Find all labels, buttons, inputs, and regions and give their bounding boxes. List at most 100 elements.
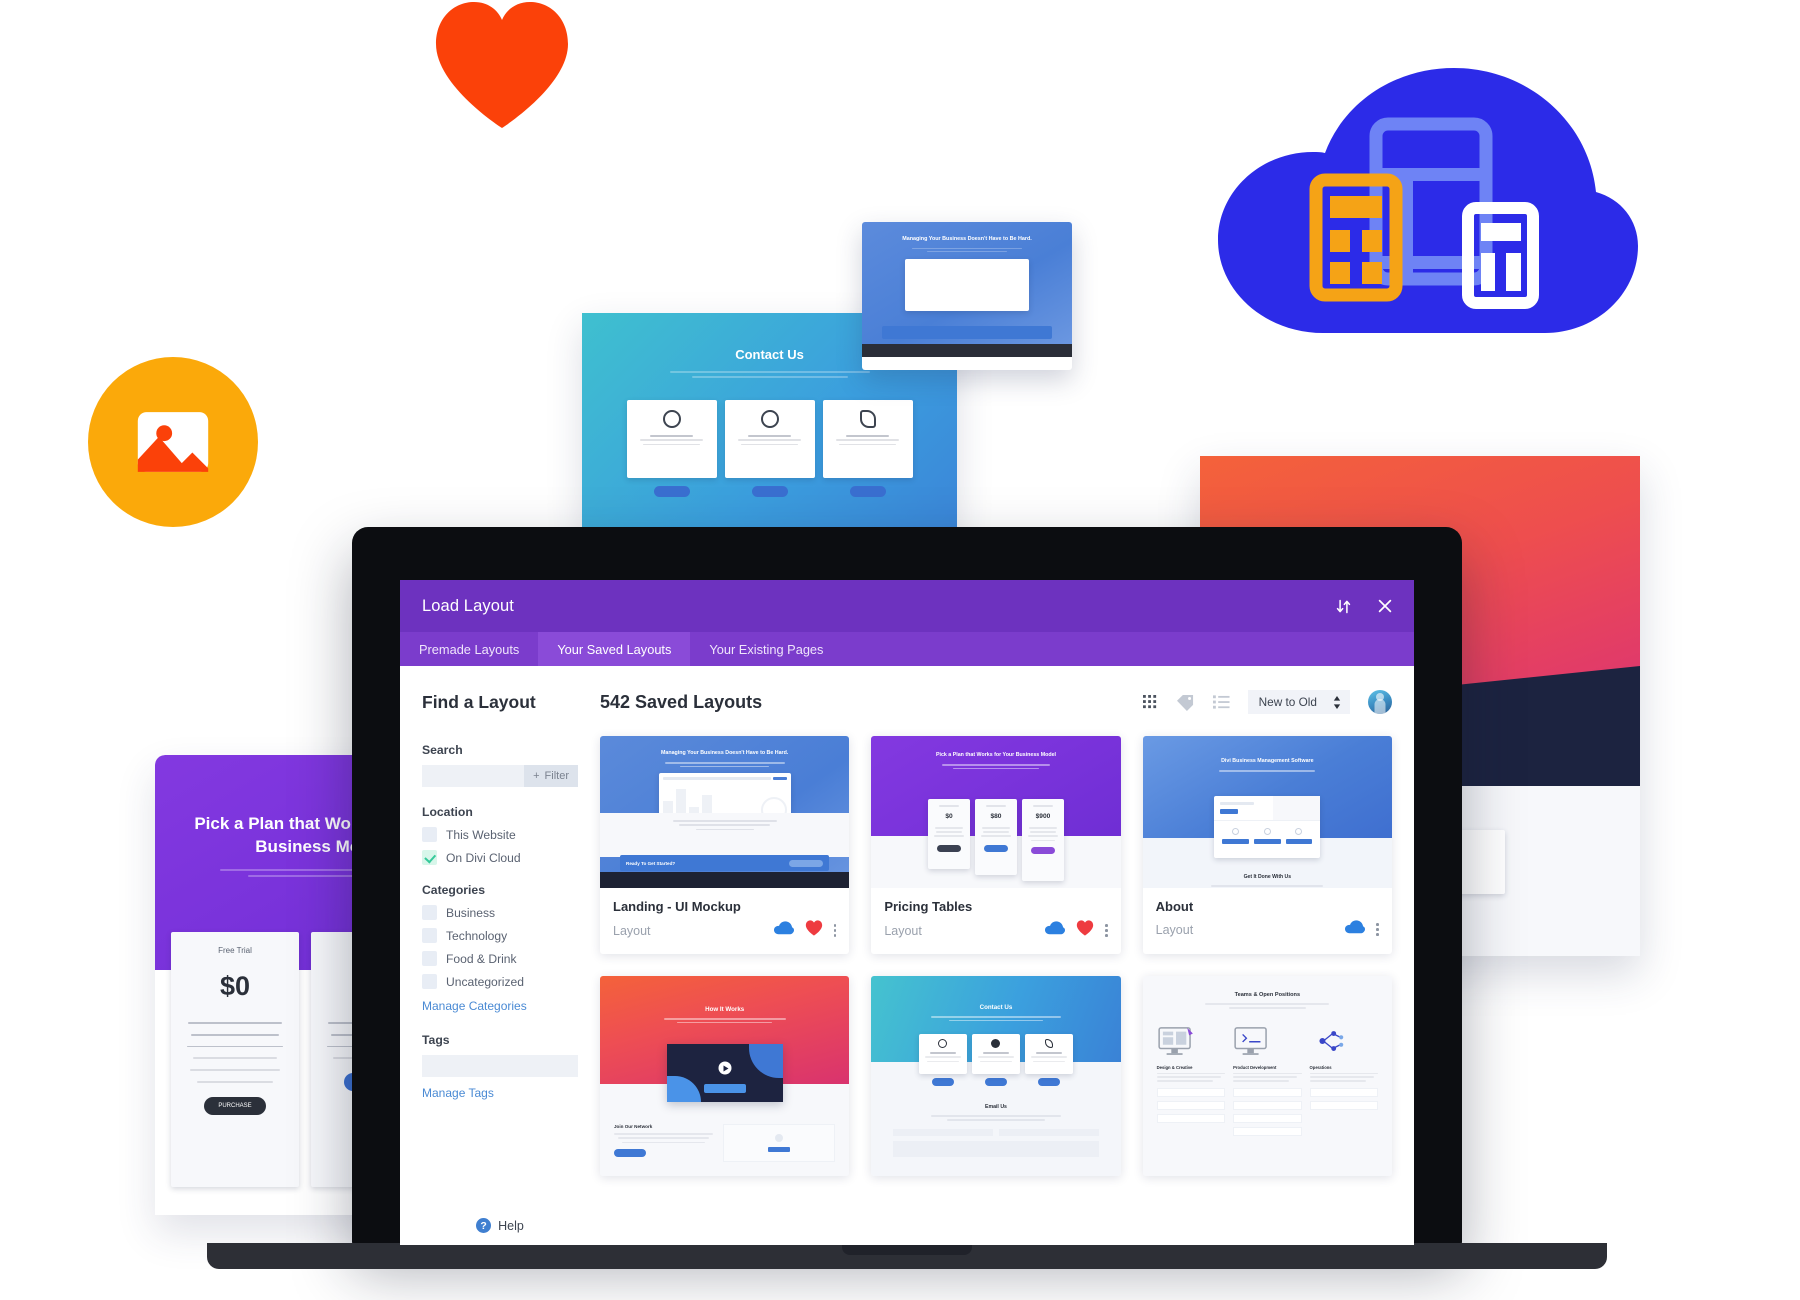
layout-card-footer: About Layout: [1143, 888, 1392, 952]
favorite-heart-icon[interactable]: [805, 920, 823, 941]
heart-icon: [432, 0, 572, 130]
layout-card-type: Layout: [613, 923, 651, 938]
more-options-icon[interactable]: [1105, 924, 1108, 937]
plus-icon: +: [533, 770, 540, 782]
layout-card-actions: [773, 920, 837, 941]
manage-tags-link[interactable]: Manage Tags: [422, 1086, 494, 1100]
layout-card-actions: [1345, 920, 1379, 939]
categories-label: Categories: [422, 883, 485, 897]
modal-tabs: Premade Layouts Your Saved Layouts Your …: [400, 632, 1414, 666]
layout-card[interactable]: Teams & Open Positions Design & Creative…: [1142, 976, 1392, 1176]
thumb-title: How It Works: [705, 1006, 745, 1013]
thumb-col-title: Operations: [1309, 1064, 1332, 1070]
page-root: Contact Us Managing Your Business Doesn'…: [0, 0, 1800, 1300]
modal-title: Load Layout: [422, 596, 514, 615]
tab-premade-layouts[interactable]: Premade Layouts: [400, 632, 538, 666]
manage-categories-link[interactable]: Manage Categories: [422, 999, 527, 1013]
layout-card[interactable]: Contact Us Email Us: [871, 976, 1121, 1176]
favorite-heart-icon[interactable]: [1076, 920, 1094, 941]
layout-card[interactable]: Divi Business Management Software Get It…: [1142, 736, 1392, 954]
layout-card-title: About: [1155, 899, 1194, 914]
help-button[interactable]: ? Help: [400, 1218, 600, 1233]
layout-thumbnail: How It Works Join Our Network: [600, 976, 850, 1176]
list-view-icon[interactable]: [1212, 695, 1230, 709]
thumb-col-title: Product Development: [1233, 1064, 1277, 1070]
checkbox-business[interactable]: Business: [422, 905, 578, 920]
checkbox-label: This Website: [446, 827, 516, 842]
avatar[interactable]: [1368, 690, 1392, 714]
layout-thumbnail: Managing Your Business Doesn't Have to B…: [600, 736, 850, 888]
layout-card[interactable]: Pick a Plan that Works for Your Business…: [871, 736, 1121, 954]
layout-thumbnail: Teams & Open Positions Design & Creative…: [1142, 976, 1392, 1176]
pricing-mockup-free-label: Free Trial: [218, 946, 252, 955]
thumb-col-title: Design & Creative: [1156, 1064, 1193, 1070]
thumb-subtitle: Join Our Network: [614, 1124, 653, 1129]
tab-your-existing-pages[interactable]: Your Existing Pages: [690, 632, 842, 666]
grid-view-icon[interactable]: [1142, 694, 1158, 710]
thumb-subtitle: Email Us: [985, 1104, 1007, 1110]
question-mark-icon: ?: [476, 1218, 492, 1233]
sort-icon[interactable]: [1332, 595, 1354, 617]
tag-icon[interactable]: [1176, 694, 1195, 711]
laptop-frame: Load Layout Premade Layouts Your Saved L…: [207, 527, 1607, 1287]
thumb-title: Divi Business Management Software: [1221, 758, 1314, 764]
checkbox-uncategorized[interactable]: Uncategorized: [422, 974, 578, 989]
thumb-subtitle: Get It Done With Us: [1243, 874, 1292, 880]
layout-card-actions: [1045, 920, 1108, 941]
layout-thumbnail: Contact Us Email Us: [871, 976, 1121, 1176]
cloud-icon[interactable]: [773, 921, 794, 940]
sidebar-title: Find a Layout: [422, 692, 536, 712]
tags-group: Tags Manage Tags: [422, 1033, 578, 1102]
filter-sidebar: Find a Layout Search + Filter Location T…: [400, 666, 600, 1245]
sort-dropdown-value: New to Old: [1258, 695, 1317, 709]
image-icon: [88, 357, 258, 527]
content-header: 542 Saved Layouts New to Old: [600, 690, 1392, 714]
checkbox-this-website[interactable]: This Website: [422, 827, 578, 842]
thumb-price: $80: [990, 812, 1002, 820]
network-nodes-icon: [1318, 1030, 1343, 1051]
more-options-icon[interactable]: [833, 924, 837, 937]
close-icon[interactable]: [1374, 595, 1396, 617]
layouts-content: 542 Saved Layouts New to Old Managing Yo…: [600, 666, 1414, 1245]
checkbox-technology[interactable]: Technology: [422, 928, 578, 943]
layout-card-type: Layout: [1155, 922, 1194, 937]
layout-card-title: Pricing Tables: [884, 899, 973, 914]
search-label: Search: [422, 743, 463, 757]
modal-header: Load Layout: [400, 580, 1414, 632]
cloud-icon[interactable]: [1045, 921, 1066, 940]
layout-card[interactable]: How It Works Join Our Network: [600, 976, 850, 1176]
modal-header-actions: [1332, 580, 1396, 632]
tab-your-saved-layouts[interactable]: Your Saved Layouts: [538, 632, 691, 666]
browser-mockup: Managing Your Business Doesn't Have to B…: [862, 222, 1072, 370]
checkbox-label: Technology: [446, 928, 508, 943]
more-options-icon[interactable]: [1376, 923, 1379, 936]
monitor-icon: [1158, 1026, 1193, 1055]
sort-dropdown[interactable]: New to Old: [1247, 690, 1350, 714]
thumb-title: Teams & Open Positions: [1234, 992, 1301, 998]
load-layout-modal: Load Layout Premade Layouts Your Saved L…: [400, 580, 1414, 1245]
checkbox-icon: [422, 905, 437, 920]
tags-input[interactable]: [422, 1055, 578, 1077]
cloud-icon[interactable]: [1345, 920, 1366, 939]
checkbox-label: On Divi Cloud: [446, 850, 521, 865]
location-label: Location: [422, 805, 473, 819]
browser-mockup-title: Managing Your Business Doesn't Have to B…: [902, 236, 1032, 242]
layout-card-footer: Pricing Tables Layout: [871, 888, 1120, 954]
location-group: Location This Website On Divi Cloud: [422, 805, 578, 865]
thumb-title: Pick a Plan that Works for Your Business…: [935, 752, 1057, 758]
layout-card[interactable]: Managing Your Business Doesn't Have to B…: [600, 736, 850, 954]
thumb-title: Contact Us: [979, 1004, 1013, 1011]
categories-group: Categories Business Technology Food & Dr…: [422, 883, 578, 1015]
layouts-grid: Managing Your Business Doesn't Have to B…: [600, 736, 1392, 1176]
checkbox-on-divi-cloud[interactable]: On Divi Cloud: [422, 850, 578, 865]
monitor-code-icon: [1234, 1026, 1267, 1055]
screen-viewport: Load Layout Premade Layouts Your Saved L…: [400, 580, 1414, 1245]
checkbox-icon: [422, 827, 437, 842]
search-group: Search + Filter: [422, 743, 578, 787]
checkbox-icon: [422, 928, 437, 943]
pricing-mockup-price: $0: [219, 971, 251, 1001]
pricing-mockup-cta: PURCHASE: [204, 1096, 266, 1115]
checkbox-food-and-drink[interactable]: Food & Drink: [422, 951, 578, 966]
filter-button[interactable]: + Filter: [524, 765, 578, 787]
layout-card-footer: Landing - UI Mockup Layout: [600, 888, 849, 954]
